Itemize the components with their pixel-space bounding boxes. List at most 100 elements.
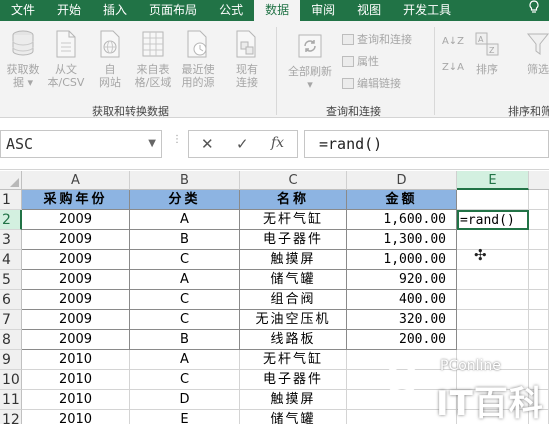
existing-connections-button[interactable]: 现有 连接 — [226, 29, 268, 107]
table-cell[interactable]: 储气罐 — [240, 410, 347, 424]
drag-handle-icon[interactable]: ⋮ — [172, 135, 182, 145]
recent-sources-button[interactable]: 最近使 用的源 — [177, 29, 219, 107]
table-cell[interactable]: 2010 — [22, 390, 130, 410]
table-cell[interactable]: C — [130, 370, 240, 390]
row-header[interactable]: 1 — [0, 190, 22, 210]
name-box[interactable]: ASC ▼ — [0, 130, 162, 158]
sheet-cell[interactable] — [529, 230, 549, 250]
table-cell[interactable]: 无杆气缸 — [240, 210, 347, 230]
table-cell[interactable]: 200.00 — [347, 330, 457, 350]
table-cell[interactable]: C — [130, 310, 240, 330]
tab-review[interactable]: 审阅 — [300, 0, 346, 21]
table-cell[interactable]: 400.00 — [347, 290, 457, 310]
sheet-cell[interactable] — [457, 310, 529, 330]
insert-function-icon[interactable]: fx — [271, 135, 284, 151]
tab-formulas[interactable]: 公式 — [208, 0, 254, 21]
enter-icon[interactable]: ✓ — [236, 135, 249, 153]
active-cell-editor[interactable]: =rand() — [457, 210, 529, 230]
table-cell[interactable]: 2009 — [22, 330, 130, 350]
table-cell[interactable]: 线路板 — [240, 330, 347, 350]
table-cell[interactable]: 2010 — [22, 410, 130, 424]
table-cell[interactable]: D — [130, 390, 240, 410]
sheet-cell[interactable] — [457, 290, 529, 310]
row-header[interactable]: 2 — [0, 210, 22, 230]
sheet-cell[interactable] — [457, 230, 529, 250]
row-header[interactable]: 6 — [0, 290, 22, 310]
table-cell[interactable]: 920.00 — [347, 270, 457, 290]
tab-insert[interactable]: 插入 — [92, 0, 138, 21]
sheet-cell[interactable] — [529, 270, 549, 290]
table-cell[interactable]: 无杆气缸 — [240, 350, 347, 370]
tab-page-layout[interactable]: 页面布局 — [138, 0, 208, 21]
table-cell[interactable]: 2009 — [22, 290, 130, 310]
table-cell[interactable]: 储气罐 — [240, 270, 347, 290]
table-cell[interactable]: 320.00 — [347, 310, 457, 330]
table-header-cell[interactable]: 名称 — [240, 190, 347, 210]
sheet-cell[interactable] — [529, 310, 549, 330]
sheet-cell[interactable] — [457, 190, 529, 210]
table-cell[interactable]: 2009 — [22, 210, 130, 230]
select-all-corner[interactable] — [0, 171, 22, 190]
table-cell[interactable]: 1,000.00 — [347, 250, 457, 270]
column-header-f[interactable] — [529, 171, 549, 190]
refresh-all-button[interactable]: 全部刷新 ▾ — [282, 29, 338, 107]
from-text-csv-button[interactable]: 从文 本/CSV — [44, 29, 88, 107]
edit-links-button[interactable]: 编辑链接 — [342, 76, 401, 92]
sheet-cell[interactable] — [457, 330, 529, 350]
table-cell[interactable]: E — [130, 410, 240, 424]
row-header[interactable]: 3 — [0, 230, 22, 250]
table-cell[interactable]: 组合阀 — [240, 290, 347, 310]
table-header-cell[interactable]: 分类 — [130, 190, 240, 210]
table-cell[interactable]: B — [130, 330, 240, 350]
tab-view[interactable]: 视图 — [346, 0, 392, 21]
tab-home[interactable]: 开始 — [46, 0, 92, 21]
table-cell[interactable]: A — [130, 210, 240, 230]
row-header[interactable]: 8 — [0, 330, 22, 350]
chevron-down-icon[interactable]: ▼ — [148, 138, 156, 149]
row-header[interactable]: 11 — [0, 390, 22, 410]
table-cell[interactable]: 1,300.00 — [347, 230, 457, 250]
properties-button[interactable]: 属性 — [342, 54, 379, 70]
column-header-c[interactable]: C — [240, 171, 347, 190]
column-header-a[interactable]: A — [22, 171, 130, 190]
from-web-button[interactable]: 自 网站 — [90, 29, 130, 107]
sort-button[interactable]: A Z 排序 — [468, 29, 506, 107]
formula-input[interactable]: =rand() — [304, 130, 549, 158]
tab-data[interactable]: 数据 — [254, 0, 301, 21]
row-header[interactable]: 9 — [0, 350, 22, 370]
table-cell[interactable]: 2009 — [22, 270, 130, 290]
table-header-cell[interactable]: 采购年份 — [22, 190, 130, 210]
sheet-cell[interactable] — [529, 210, 549, 230]
sheet-cell[interactable] — [457, 270, 529, 290]
lightbulb-icon[interactable] — [519, 0, 549, 21]
row-header[interactable]: 10 — [0, 370, 22, 390]
table-cell[interactable]: C — [130, 250, 240, 270]
table-cell[interactable]: C — [130, 290, 240, 310]
table-cell[interactable]: B — [130, 230, 240, 250]
sheet-cell[interactable] — [529, 290, 549, 310]
table-cell[interactable]: 2009 — [22, 230, 130, 250]
tab-file[interactable]: 文件 — [0, 0, 46, 21]
queries-connections-button[interactable]: 查询和连接 — [342, 32, 412, 48]
table-cell[interactable]: 电子器件 — [240, 230, 347, 250]
cancel-icon[interactable]: ✕ — [201, 135, 214, 153]
table-cell[interactable]: A — [130, 270, 240, 290]
table-cell[interactable]: 2009 — [22, 310, 130, 330]
sheet-cell[interactable] — [457, 250, 529, 270]
table-cell[interactable]: 1,600.00 — [347, 210, 457, 230]
column-header-b[interactable]: B — [130, 171, 240, 190]
table-cell[interactable]: 2009 — [22, 250, 130, 270]
table-header-cell[interactable]: 金额 — [347, 190, 457, 210]
table-cell[interactable]: 2010 — [22, 350, 130, 370]
row-header[interactable]: 4 — [0, 250, 22, 270]
table-cell[interactable]: A — [130, 350, 240, 370]
get-data-button[interactable]: 获取数 据 ▾ — [2, 29, 44, 107]
table-cell[interactable]: 触摸屏 — [240, 250, 347, 270]
table-cell[interactable]: 电子器件 — [240, 370, 347, 390]
sheet-cell[interactable] — [529, 330, 549, 350]
table-cell[interactable]: 无油空压机 — [240, 310, 347, 330]
tab-developer[interactable]: 开发工具 — [392, 0, 462, 21]
row-header[interactable]: 7 — [0, 310, 22, 330]
filter-button[interactable]: 筛选 — [518, 29, 549, 107]
table-cell[interactable]: 触摸屏 — [240, 390, 347, 410]
